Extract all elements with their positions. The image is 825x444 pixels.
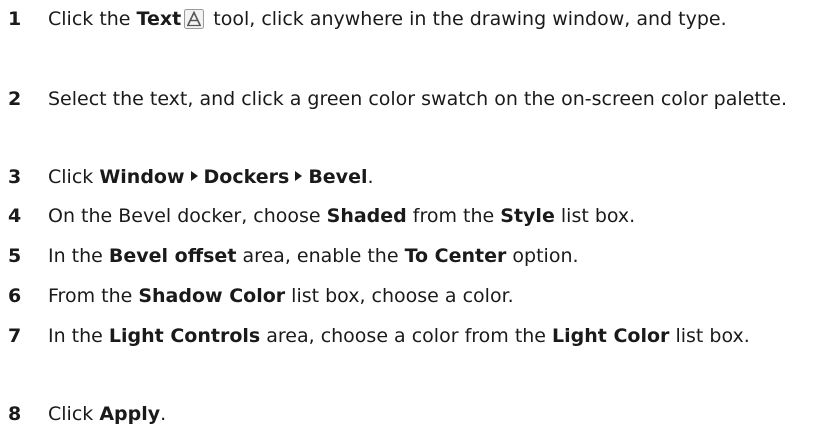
step-text: Select the text, and click a green color… [48,88,787,110]
step-number: 2 [8,88,22,110]
step-text: Click the Text tool, click anywhere in t… [48,8,727,30]
ui-term-apply: Apply [99,403,161,425]
ui-term-shaded: Shaded [326,205,407,227]
step-5: 5 In the Bevel offset area, enable the T… [0,242,825,270]
ui-term-light-color: Light Color [552,325,670,347]
step-text: From the Shadow Color list box, choose a… [48,285,514,307]
ui-term-shadow-color: Shadow Color [138,285,286,307]
step-text: In the Bevel offset area, enable the To … [48,245,579,267]
text-tool-icon [184,9,205,29]
step-7: 7 In the Light Controls area, choose a c… [0,322,825,350]
ui-term-dockers: Dockers [203,166,290,188]
menu-arrow-icon [190,171,198,181]
step-6: 6 From the Shadow Color list box, choose… [0,282,825,310]
step-number: 1 [8,8,22,30]
instruction-steps: 1 Click the Text tool, click anywhere in… [0,0,825,444]
step-text: Click Window Dockers Bevel. [48,166,374,188]
ui-term-to-center: To Center [404,245,507,267]
step-text: In the Light Controls area, choose a col… [48,325,750,347]
ui-term-text: Text [136,8,182,30]
step-text: Click Apply. [48,403,167,425]
ui-term-style: Style [500,205,555,227]
step-number: 4 [8,205,22,227]
step-number: 6 [8,285,22,307]
step-4: 4 On the Bevel docker, choose Shaded fro… [0,202,825,230]
ui-term-bevel: Bevel [308,166,368,188]
step-3: 3 Click Window Dockers Bevel. [0,163,825,191]
ui-term-window: Window [99,166,185,188]
step-text: On the Bevel docker, choose Shaded from … [48,205,636,227]
step-number: 8 [8,403,22,425]
menu-arrow-icon [295,171,303,181]
step-1: 1 Click the Text tool, click anywhere in… [0,5,825,33]
step-2: 2 Select the text, and click a green col… [0,85,825,113]
step-number: 3 [8,166,22,188]
ui-term-light-controls: Light Controls [108,325,261,347]
step-number: 5 [8,245,22,267]
ui-term-bevel-offset: Bevel offset [108,245,237,267]
step-number: 7 [8,325,22,347]
step-8: 8 Click Apply. [0,400,825,428]
